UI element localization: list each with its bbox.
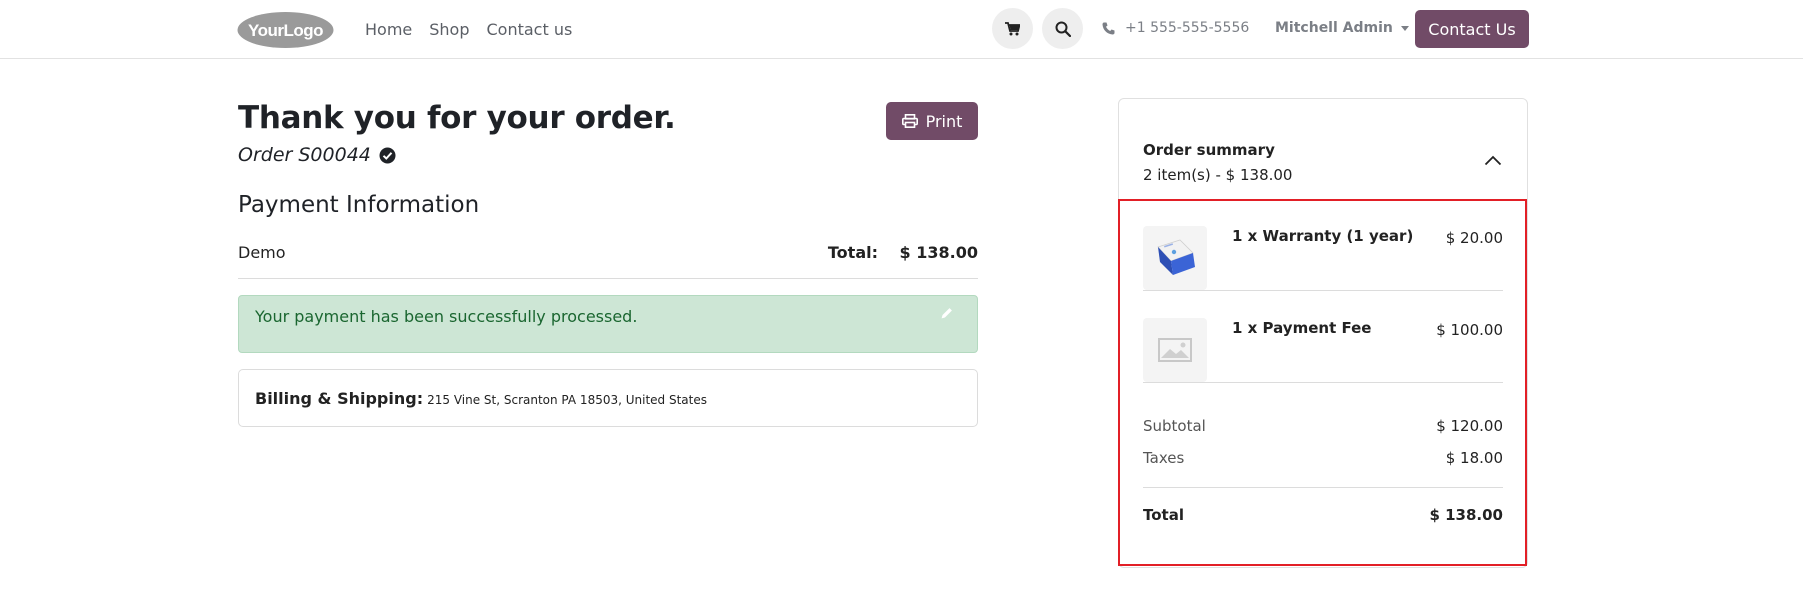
item-name: 1 x Warranty (1 year): [1232, 227, 1414, 245]
pencil-icon[interactable]: [941, 307, 953, 319]
user-name: Mitchell Admin: [1275, 20, 1393, 36]
billing-address: 215 Vine St, Scranton PA 18503, United S…: [427, 393, 707, 407]
user-menu[interactable]: Mitchell Admin: [1275, 20, 1409, 36]
payment-success-alert: Your payment has been successfully proce…: [238, 295, 978, 353]
billing-label: Billing & Shipping:: [255, 389, 424, 408]
contact-us-button[interactable]: Contact Us: [1415, 10, 1529, 48]
print-label: Print: [925, 111, 963, 131]
nav-contact-us[interactable]: Contact us: [487, 20, 573, 39]
product-image: [1143, 226, 1207, 290]
search-icon: [1055, 21, 1071, 37]
check-circle-icon: [379, 147, 396, 163]
order-reference-text: Order S00044: [238, 144, 371, 166]
order-line: 1 x Warranty (1 year) $ 20.00: [1143, 199, 1503, 291]
phone-number: +1 555-555-5556: [1125, 20, 1250, 36]
taxes-row: Taxes $ 18.00: [1143, 449, 1503, 477]
total-label: Total: [1143, 506, 1184, 524]
cart-icon: [1005, 21, 1020, 35]
nav-shop[interactable]: Shop: [429, 20, 469, 39]
logo-text: YourLogo: [248, 21, 323, 40]
billing-shipping-card: Billing & Shipping: 215 Vine St, Scranto…: [238, 369, 978, 427]
subtotal-value: $ 120.00: [1436, 417, 1503, 435]
payment-row: Demo Total: $ 138.00: [238, 243, 978, 279]
item-price: $ 100.00: [1436, 321, 1503, 339]
payment-total-value: $ 138.00: [899, 243, 978, 262]
item-name: 1 x Payment Fee: [1232, 319, 1372, 337]
order-summary-subtitle: 2 item(s) - $ 138.00: [1143, 166, 1293, 184]
print-button[interactable]: Print: [886, 102, 978, 140]
order-reference: Order S00044: [238, 144, 396, 166]
search-button[interactable]: [1042, 8, 1083, 49]
phone-icon: [1102, 22, 1115, 34]
printer-icon: [901, 114, 918, 128]
main-nav: Home Shop Contact us: [365, 20, 572, 39]
chevron-up-icon[interactable]: [1484, 155, 1502, 166]
taxes-label: Taxes: [1143, 449, 1185, 467]
payment-section-title: Payment Information: [238, 192, 480, 218]
phone-link[interactable]: +1 555-555-5556: [1102, 20, 1249, 36]
subtotal-label: Subtotal: [1143, 417, 1206, 435]
site-header: YourLogo Home Shop Contact us +1 555-555…: [0, 0, 1803, 59]
product-image: [1143, 318, 1207, 382]
payment-success-message: Your payment has been successfully proce…: [255, 307, 638, 326]
divider: [1143, 487, 1503, 488]
caret-down-icon: [1400, 25, 1409, 31]
nav-home[interactable]: Home: [365, 20, 412, 39]
image-placeholder-icon: [1158, 338, 1192, 362]
order-line: 1 x Payment Fee $ 100.00: [1143, 291, 1503, 383]
total-value: $ 138.00: [1429, 506, 1503, 524]
page-title: Thank you for your order.: [238, 100, 676, 136]
subtotal-row: Subtotal $ 120.00: [1143, 417, 1503, 445]
taxes-value: $ 18.00: [1445, 449, 1503, 467]
logo[interactable]: YourLogo: [237, 11, 334, 49]
payment-total-label: Total:: [827, 243, 878, 262]
order-summary-title: Order summary: [1143, 141, 1275, 159]
item-price: $ 20.00: [1445, 229, 1503, 247]
product-box-icon: [1157, 239, 1195, 275]
cart-button[interactable]: [992, 8, 1033, 49]
payment-method: Demo: [238, 243, 286, 262]
